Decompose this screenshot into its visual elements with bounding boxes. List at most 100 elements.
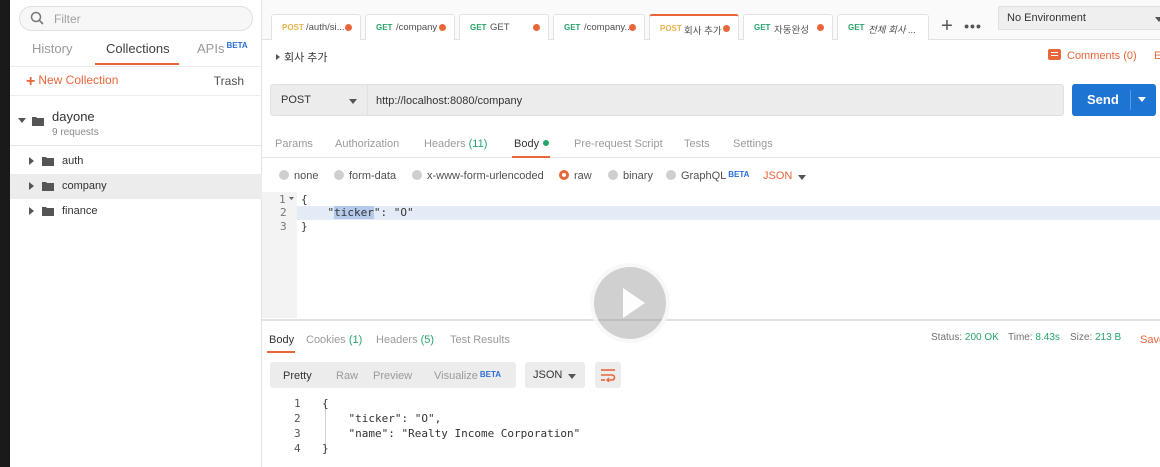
- resp-tab-body[interactable]: Body: [269, 334, 294, 346]
- new-tab-button[interactable]: +: [936, 14, 958, 40]
- tab-tests[interactable]: Tests: [684, 138, 710, 150]
- view-raw[interactable]: Raw: [336, 370, 358, 382]
- line-number: 2: [280, 206, 287, 219]
- request-tab[interactable]: GET 전체 회사 ...: [837, 14, 929, 40]
- code-text-post: ": "O": [373, 206, 414, 219]
- tab-name: /auth/si...: [306, 22, 345, 33]
- resp-tab-headers[interactable]: Headers (5): [376, 334, 434, 346]
- method-value: POST: [281, 94, 311, 106]
- code-line-active: "ticker": "O": [297, 206, 1160, 220]
- tab-apis-label: APIs: [197, 41, 225, 56]
- resp-tab-headers-label: Headers: [376, 334, 418, 346]
- request-tab[interactable]: GET /company: [365, 14, 455, 40]
- request-tab[interactable]: GET GET: [459, 14, 549, 40]
- body-format-select[interactable]: JSON: [763, 170, 792, 182]
- trash-button[interactable]: Trash: [214, 74, 244, 88]
- comments-button[interactable]: Comments (0): [1048, 49, 1137, 62]
- fold-chevron-icon[interactable]: [289, 197, 294, 201]
- resp-tab-cookies[interactable]: Cookies (1): [306, 334, 362, 346]
- folder-icon: [42, 182, 54, 191]
- tab-body[interactable]: Body: [514, 138, 550, 150]
- tab-authorization[interactable]: Authorization: [335, 138, 399, 150]
- line-number: 1: [279, 193, 286, 206]
- folder-label: auth: [62, 155, 84, 167]
- tab-name: 자동완성: [774, 25, 809, 36]
- method-select[interactable]: POST: [270, 84, 368, 116]
- code-line: 3 }: [262, 220, 1160, 234]
- radio-circle: [279, 170, 289, 180]
- url-field[interactable]: [368, 84, 1064, 116]
- filter-box[interactable]: [19, 6, 253, 31]
- radio-binary[interactable]: binary: [608, 170, 653, 182]
- environment-select[interactable]: No Environment: [998, 6, 1160, 30]
- radio-none[interactable]: none: [279, 170, 318, 182]
- tab-name: 회사 추가: [684, 26, 722, 37]
- request-title-text: 회사 추가: [284, 52, 328, 64]
- tab-name: GET: [490, 22, 510, 33]
- request-tab[interactable]: POST /auth/si...: [271, 14, 361, 40]
- request-tabs-bar: POST /auth/si... GET /company GET GET GE…: [262, 0, 1160, 40]
- chevron-right-icon[interactable]: [29, 157, 34, 165]
- chevron-down-icon[interactable]: [18, 118, 26, 123]
- headers-count: (11): [468, 138, 488, 150]
- sidebar-tabs: History Collections APIs BETA: [10, 36, 262, 66]
- view-preview[interactable]: Preview: [373, 370, 412, 382]
- tab-headers[interactable]: Headers (11): [424, 138, 487, 150]
- code-text: "ticker": "O": [301, 206, 414, 219]
- radio-form-data[interactable]: form-data: [334, 170, 396, 182]
- send-button[interactable]: Send: [1072, 84, 1156, 116]
- more-tabs-icon[interactable]: •••: [962, 14, 984, 40]
- sidebar-actions: + New Collection Trash: [10, 66, 262, 96]
- tab-history[interactable]: History: [32, 41, 72, 56]
- time-label: Time:: [1008, 332, 1033, 343]
- tab-pre-request-script[interactable]: Pre-request Script: [574, 138, 663, 150]
- request-title[interactable]: 회사 추가: [276, 49, 328, 65]
- play-button-icon[interactable]: [590, 263, 670, 343]
- collection-dayone[interactable]: dayone 9 requests: [10, 100, 262, 146]
- tab-params[interactable]: Params: [275, 138, 313, 150]
- chevron-down-icon[interactable]: [1138, 97, 1146, 102]
- radio-raw[interactable]: raw: [559, 170, 592, 182]
- request-tab[interactable]: GET /company...: [553, 14, 645, 40]
- folder-company[interactable]: company: [10, 174, 262, 199]
- wrap-icon: [601, 369, 616, 382]
- resp-headers-count: (5): [420, 334, 435, 346]
- request-tab[interactable]: GET 자동완성: [743, 14, 833, 40]
- chevron-right-icon[interactable]: [29, 182, 34, 190]
- folder-finance[interactable]: finance: [10, 199, 262, 224]
- tab-apis[interactable]: APIs BETA: [197, 41, 248, 56]
- request-subtabs: Params Authorization Headers (11) Body P…: [262, 128, 1160, 158]
- environment-label: No Environment: [1007, 12, 1086, 24]
- request-body-editor[interactable]: 1 { "ticker": "O" 2 3 }: [262, 192, 1160, 318]
- chevron-down-icon[interactable]: [798, 175, 806, 180]
- active-subtab-indicator: [512, 156, 550, 158]
- radio-label: GraphQL: [681, 170, 727, 182]
- resp-tab-test-results[interactable]: Test Results: [450, 334, 510, 346]
- filter-input[interactable]: [54, 9, 244, 29]
- request-tab-active[interactable]: POST 회사 추가: [649, 14, 739, 40]
- chevron-right-icon[interactable]: [29, 207, 34, 215]
- view-mode-group: Pretty Raw Preview Visualize BETA: [270, 362, 516, 388]
- radio-urlencoded[interactable]: x-www-form-urlencoded: [412, 170, 544, 182]
- view-visualize[interactable]: Visualize BETA: [434, 370, 501, 382]
- search-icon: [30, 11, 44, 25]
- body-type-options: none form-data x-www-form-urlencoded raw…: [270, 164, 1160, 188]
- unsaved-dot: [723, 25, 730, 32]
- code-text: {: [301, 193, 308, 206]
- save-response-button[interactable]: Save: [1140, 334, 1160, 346]
- tab-settings[interactable]: Settings: [733, 138, 773, 150]
- response-format-select[interactable]: JSON: [525, 362, 585, 388]
- radio-graphql[interactable]: GraphQL BETA: [666, 170, 749, 182]
- tab-method: GET: [470, 23, 487, 32]
- pane-divider[interactable]: [262, 319, 1160, 321]
- response-body[interactable]: 1 { 2 "ticker": "O", 3 "name": "Realty I…: [262, 395, 1160, 467]
- line-number: 3: [280, 220, 287, 233]
- wrap-lines-button[interactable]: [595, 362, 621, 388]
- tab-collections[interactable]: Collections: [106, 41, 170, 56]
- view-pretty[interactable]: Pretty: [283, 370, 312, 382]
- url-input[interactable]: [376, 92, 1036, 110]
- examples-link[interactable]: Ex: [1154, 50, 1160, 62]
- new-collection-button[interactable]: + New Collection: [26, 73, 118, 91]
- response-text: {: [322, 397, 329, 410]
- folder-auth[interactable]: auth: [10, 149, 262, 174]
